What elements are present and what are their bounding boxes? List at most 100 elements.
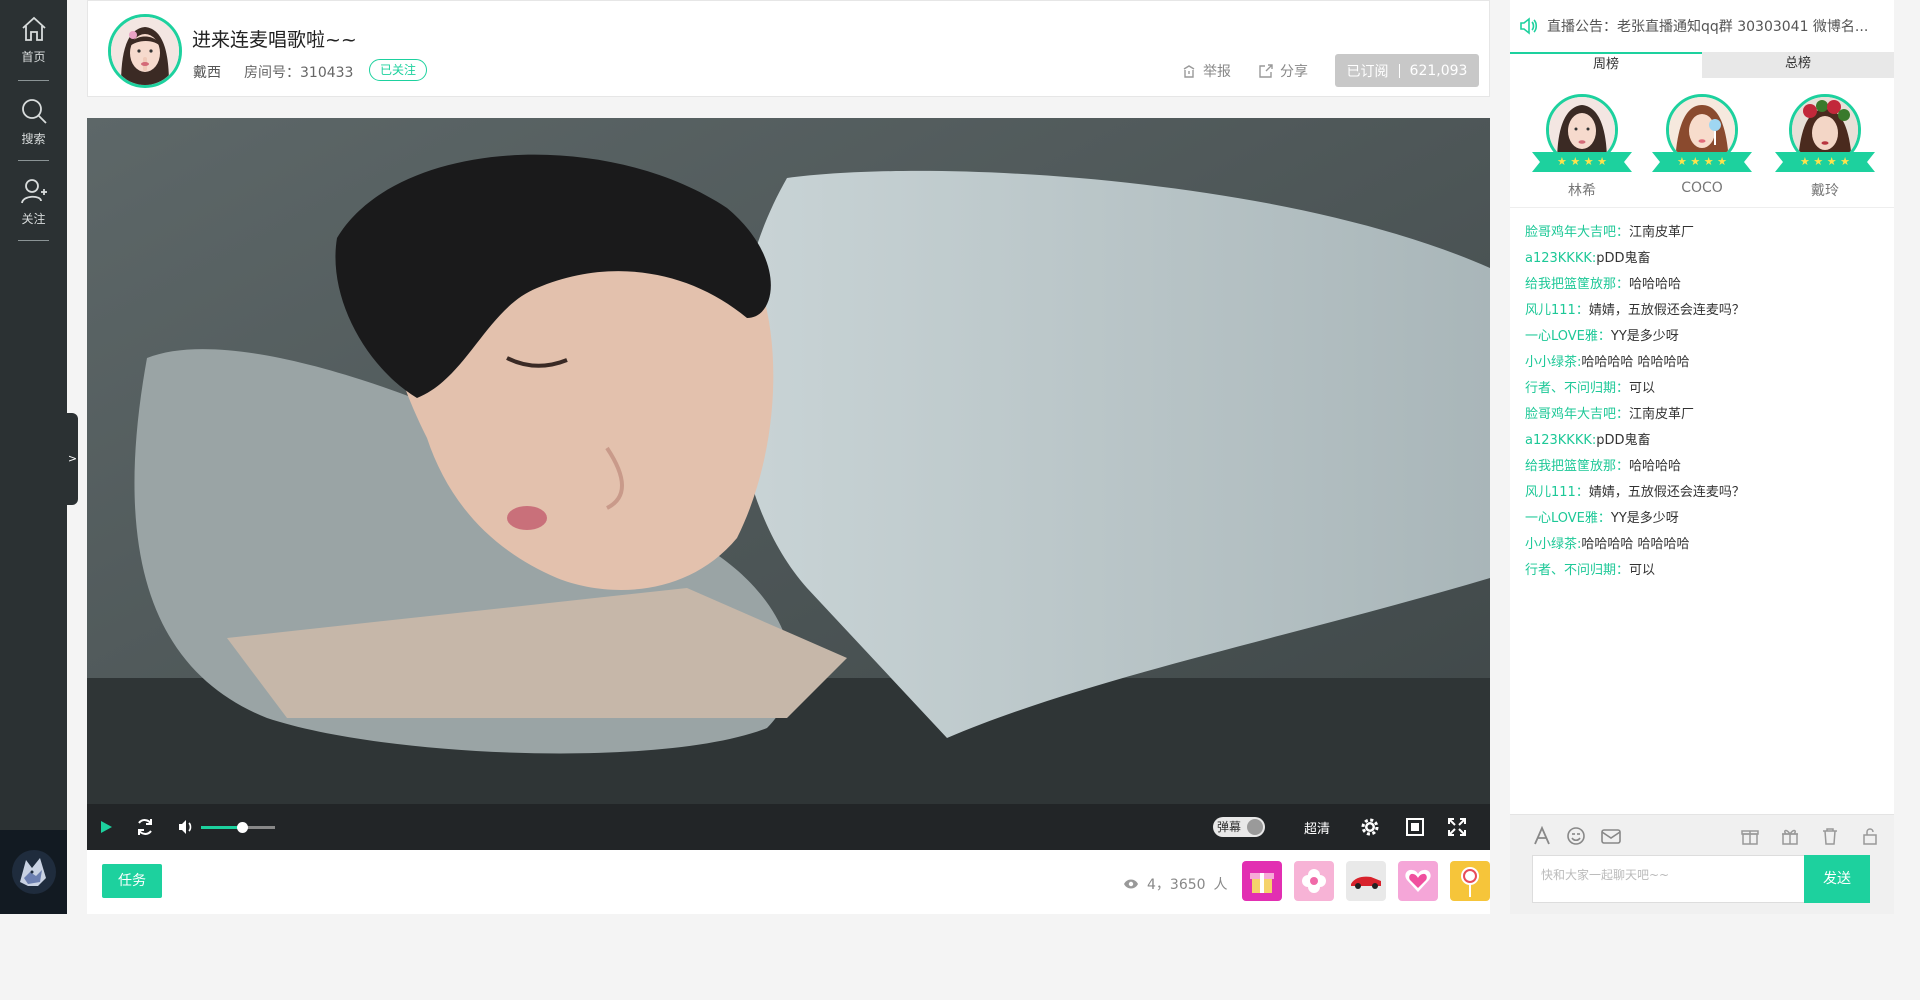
- widescreen-button[interactable]: [1405, 804, 1425, 850]
- rank-item-2[interactable]: ★ ★ ★ ★ COCO: [1650, 94, 1754, 196]
- rank-name: 戴玲: [1811, 183, 1839, 199]
- chat-tools-left: [1532, 826, 1622, 846]
- chat-username[interactable]: 行者、不问归期：: [1525, 381, 1629, 396]
- lollipop-icon: [1461, 867, 1479, 897]
- danmaku-knob: [1247, 819, 1263, 835]
- quality-label: 超清: [1304, 821, 1331, 837]
- chat-text: pDD鬼畜: [1596, 433, 1651, 448]
- chat-username[interactable]: 小小绿茶:: [1525, 537, 1581, 552]
- danmaku-switch[interactable]: 弹幕: [1213, 817, 1265, 837]
- volume-button[interactable]: [177, 804, 195, 850]
- rank-tabs: 周榜 总榜: [1510, 52, 1894, 78]
- home-icon: [21, 16, 46, 41]
- room-header: 进来连麦唱歌啦~~ 戴西 房间号：310433 已关注 举报 分享 已订阅 62…: [87, 0, 1490, 97]
- refresh-button[interactable]: [135, 804, 155, 850]
- sidebar-divider: [18, 240, 49, 241]
- chat-text: 江南皮革厂: [1629, 225, 1695, 240]
- chat-text: 婧婧，五放假还会连麦吗？: [1588, 485, 1745, 500]
- rank-item-3[interactable]: ★ ★ ★ ★ 戴玲: [1773, 94, 1877, 200]
- chat-message: 脸哥鸡年大吉吧：江南皮革厂: [1525, 402, 1885, 428]
- lock-icon[interactable]: [1860, 826, 1880, 846]
- sidebar-item-home[interactable]: 首页: [0, 14, 67, 65]
- user-avatar[interactable]: [0, 830, 67, 914]
- danmaku-label: 弹幕: [1217, 820, 1242, 834]
- gift-item-box[interactable]: [1242, 861, 1282, 901]
- gift-item-heart[interactable]: [1398, 861, 1438, 901]
- player-controls: 弹幕 超清: [87, 804, 1490, 850]
- gift-icon[interactable]: [1740, 826, 1760, 846]
- volume-knob[interactable]: [236, 821, 248, 833]
- chat-username[interactable]: 一心LOVE雅：: [1525, 511, 1611, 526]
- chat-input[interactable]: 快和大家一起聊天吧~~: [1532, 855, 1804, 903]
- font-icon[interactable]: [1532, 826, 1552, 846]
- fullscreen-icon: [1448, 818, 1466, 836]
- chat-username[interactable]: 给我把篮筐放那：: [1525, 459, 1629, 474]
- eye-icon: [1124, 879, 1138, 889]
- report-button[interactable]: 举报: [1181, 61, 1231, 81]
- chat-message: 小小绿茶:哈哈哈哈 哈哈哈哈: [1525, 532, 1885, 558]
- chat-username[interactable]: 风儿111：: [1525, 303, 1589, 318]
- chat-message: a123KKKK:pDD鬼畜: [1525, 428, 1885, 454]
- task-button[interactable]: 任务: [102, 864, 162, 898]
- chat-username[interactable]: 一心LOVE雅：: [1525, 329, 1611, 344]
- chat-text: 哈哈哈哈: [1629, 459, 1682, 474]
- wolf-avatar-icon: [11, 850, 56, 894]
- chat-text: 江南皮革厂: [1629, 407, 1695, 422]
- gift-package-icon[interactable]: [1780, 826, 1800, 846]
- chat-text: 婧婧，五放假还会连麦吗？: [1588, 303, 1745, 318]
- quality-button[interactable]: 超清: [1304, 804, 1330, 850]
- sidebar-item-follow[interactable]: 关注: [0, 176, 67, 227]
- chat-message: 风儿111：婧婧，五放假还会连麦吗？: [1525, 298, 1885, 324]
- chat-username[interactable]: 脸哥鸡年大吉吧：: [1525, 407, 1629, 422]
- chat-username[interactable]: 小小绿茶:: [1525, 355, 1581, 370]
- volume-slider[interactable]: [201, 804, 275, 850]
- message-icon[interactable]: [1600, 826, 1622, 846]
- gift-item-flower[interactable]: [1294, 861, 1334, 901]
- chat-username[interactable]: a123KKKK:: [1525, 433, 1596, 448]
- gift-bar: 任务 4，3650 人: [87, 850, 1490, 914]
- speaker-icon: [1520, 17, 1538, 35]
- share-button[interactable]: 分享: [1258, 61, 1308, 81]
- search-icon: [21, 99, 47, 124]
- refresh-icon: [138, 819, 152, 835]
- chat-message: 行者、不问归期：可以: [1525, 558, 1885, 584]
- gift-item-car[interactable]: [1346, 861, 1386, 901]
- gift-box-icon: [1250, 873, 1274, 893]
- rank-item-1[interactable]: ★ ★ ★ ★ 林希: [1530, 94, 1634, 200]
- chat-message: 一心LOVE雅：YY是多少呀: [1525, 324, 1885, 350]
- chat-list: 脸哥鸡年大吉吧：江南皮革厂 a123KKKK:pDD鬼畜 给我把篮筐放那：哈哈哈哈风…: [1525, 220, 1885, 584]
- sidebar-expand-toggle[interactable]: >: [67, 413, 78, 505]
- chat-username[interactable]: 风儿111：: [1525, 485, 1589, 500]
- video-frame-image: [87, 118, 1490, 850]
- video-player[interactable]: [87, 118, 1490, 850]
- chat-username[interactable]: a123KKKK:: [1525, 251, 1596, 266]
- right-panel: 直播公告：老张直播通知qq群 30303041 微博名... 周榜 总榜 ★ ★…: [1510, 0, 1894, 914]
- chat-message: 给我把篮筐放那：哈哈哈哈: [1525, 272, 1885, 298]
- left-sidebar: 首页 搜索 关注: [0, 0, 67, 914]
- expand-chevron-icon: >: [67, 452, 78, 465]
- tab-weekly-rank[interactable]: 周榜: [1510, 52, 1702, 78]
- volume-fill: [201, 825, 242, 829]
- follow-button[interactable]: 已关注: [369, 59, 428, 81]
- chat-text: 可以: [1629, 563, 1656, 578]
- chat-username[interactable]: 行者、不问归期：: [1525, 563, 1629, 578]
- share-icon: [1259, 64, 1273, 78]
- tab-total-rank[interactable]: 总榜: [1702, 52, 1894, 78]
- settings-button[interactable]: [1359, 804, 1381, 850]
- chat-username[interactable]: 脸哥鸡年大吉吧：: [1525, 225, 1629, 240]
- trash-icon[interactable]: [1820, 826, 1840, 846]
- danmaku-toggle[interactable]: 弹幕: [1213, 804, 1265, 850]
- emoji-icon[interactable]: [1566, 826, 1586, 846]
- fullscreen-button[interactable]: [1447, 804, 1467, 850]
- anchor-name[interactable]: 戴西: [193, 62, 221, 82]
- sidebar-item-label: 搜索: [21, 132, 46, 146]
- sidebar-item-search[interactable]: 搜索: [0, 96, 67, 147]
- gift-item-lollipop[interactable]: [1450, 861, 1490, 901]
- play-icon: [101, 821, 112, 833]
- chat-username[interactable]: 给我把篮筐放那：: [1525, 277, 1629, 292]
- send-button[interactable]: 发送: [1804, 855, 1870, 903]
- subscribe-button[interactable]: 已订阅 621,093: [1335, 54, 1479, 87]
- sidebar-item-label: 关注: [21, 212, 46, 226]
- play-button[interactable]: [99, 804, 113, 850]
- anchor-avatar[interactable]: [108, 14, 182, 88]
